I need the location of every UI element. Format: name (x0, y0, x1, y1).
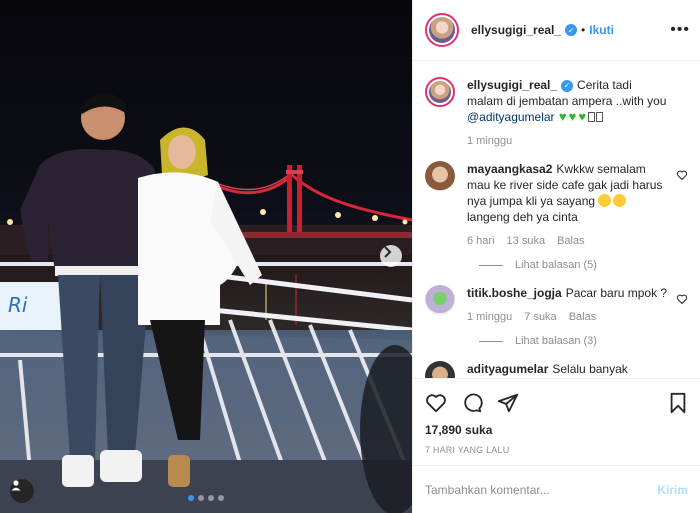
view-replies-button[interactable]: Lihat balasan (3) (479, 333, 670, 349)
comment-item: mayaangkasa2 Kwkkw semalam mau ke river s… (425, 161, 688, 273)
bookmark-icon[interactable] (668, 392, 688, 414)
add-comment-bar: Kirim (413, 465, 700, 513)
comment-username[interactable]: adityagumelar (467, 362, 548, 376)
next-slide-button[interactable] (380, 245, 402, 267)
reply-button[interactable]: Balas (557, 233, 585, 249)
caption-time[interactable]: 1 minggu (467, 133, 512, 149)
laughing-emoji-icon (598, 194, 612, 207)
post-header: ellysugigi_real_ ✓ • Ikuti ••• (413, 0, 700, 61)
verified-icon: ✓ (565, 24, 578, 36)
caption-mention[interactable]: @adityagumelar (467, 110, 555, 124)
carousel-dot (208, 495, 214, 501)
view-replies-button[interactable]: Lihat balasan (5) (479, 257, 670, 273)
like-comment-icon[interactable] (676, 169, 688, 181)
carousel-indicator (188, 495, 224, 501)
avatar[interactable] (425, 13, 459, 47)
comment-username[interactable]: mayaangkasa2 (467, 162, 552, 176)
post-actions: 17,890 suka 7 HARI YANG LALU (413, 378, 700, 465)
comment-item: titik.boshe_jogja Pacar baru mpok ? 1 min… (425, 285, 688, 349)
comment-text-continued: langeng deh ya cinta (467, 210, 578, 224)
post-timestamp: 7 HARI YANG LALU (425, 445, 510, 455)
sign-text: Ri (8, 293, 28, 317)
caption-username[interactable]: ellysugigi_real_ (467, 78, 557, 92)
avatar[interactable] (425, 161, 455, 191)
more-options-icon[interactable]: ••• (670, 21, 690, 39)
like-comment-icon[interactable] (676, 293, 688, 305)
avatar[interactable] (425, 361, 455, 378)
comment-username[interactable]: titik.boshe_jogja (467, 286, 562, 300)
verified-icon: ✓ (561, 79, 574, 92)
photo-scene: Ri (0, 0, 412, 513)
avatar[interactable] (425, 285, 455, 315)
comment-likes[interactable]: 7 suka (524, 309, 556, 325)
reply-button[interactable]: Balas (569, 309, 597, 325)
comment-input[interactable] (425, 482, 658, 497)
view-replies-label: Lihat balasan (5) (515, 259, 597, 271)
comment-likes[interactable]: 13 suka (507, 233, 546, 249)
missing-glyph-icon (588, 112, 596, 122)
likes-count[interactable]: 17,890 suka (425, 423, 688, 437)
share-paper-plane-icon[interactable] (497, 392, 519, 414)
comment-bubble-icon[interactable] (461, 392, 483, 414)
like-heart-icon[interactable] (425, 392, 447, 414)
caption: ellysugigi_real_ ✓ Cerita tadi malam di je… (425, 77, 688, 149)
comment-text: Pacar baru mpok ? (565, 286, 668, 300)
send-comment-button[interactable]: Kirim (657, 483, 688, 497)
tagged-users-button[interactable] (10, 479, 34, 503)
post-photo[interactable]: Ri (0, 0, 412, 513)
comment-time[interactable]: 1 minggu (467, 309, 512, 325)
view-replies-label: Lihat balasan (3) (515, 335, 597, 347)
comments-list[interactable]: ellysugigi_real_ ✓ Cerita tadi malam di je… (413, 61, 700, 378)
comment-text: Selalu banyak (552, 362, 628, 376)
post-viewer: Ri ellysugigi_real_ ✓ • Ikuti ••• ellysu… (0, 0, 700, 513)
grinning-emoji-icon (613, 194, 627, 207)
follow-button[interactable]: Ikuti (589, 23, 614, 37)
user-icon (11, 480, 21, 491)
green-heart-icon: ♥ (568, 109, 577, 124)
carousel-dot (218, 495, 224, 501)
green-heart-icon: ♥ (558, 109, 567, 124)
comment-time[interactable]: 6 hari (467, 233, 495, 249)
carousel-dot (198, 495, 204, 501)
green-heart-icon: ♥ (578, 109, 587, 124)
chevron-right-icon (384, 246, 392, 258)
carousel-dot-active (188, 495, 194, 501)
post-side-panel: ellysugigi_real_ ✓ • Ikuti ••• ellysugig… (412, 0, 700, 513)
comment-item: adityagumelar Selalu banyak (425, 361, 688, 378)
missing-glyph-icon (596, 112, 604, 122)
separator-dot: • (581, 23, 586, 37)
header-username[interactable]: ellysugigi_real_ (471, 23, 561, 37)
avatar[interactable] (425, 77, 455, 107)
